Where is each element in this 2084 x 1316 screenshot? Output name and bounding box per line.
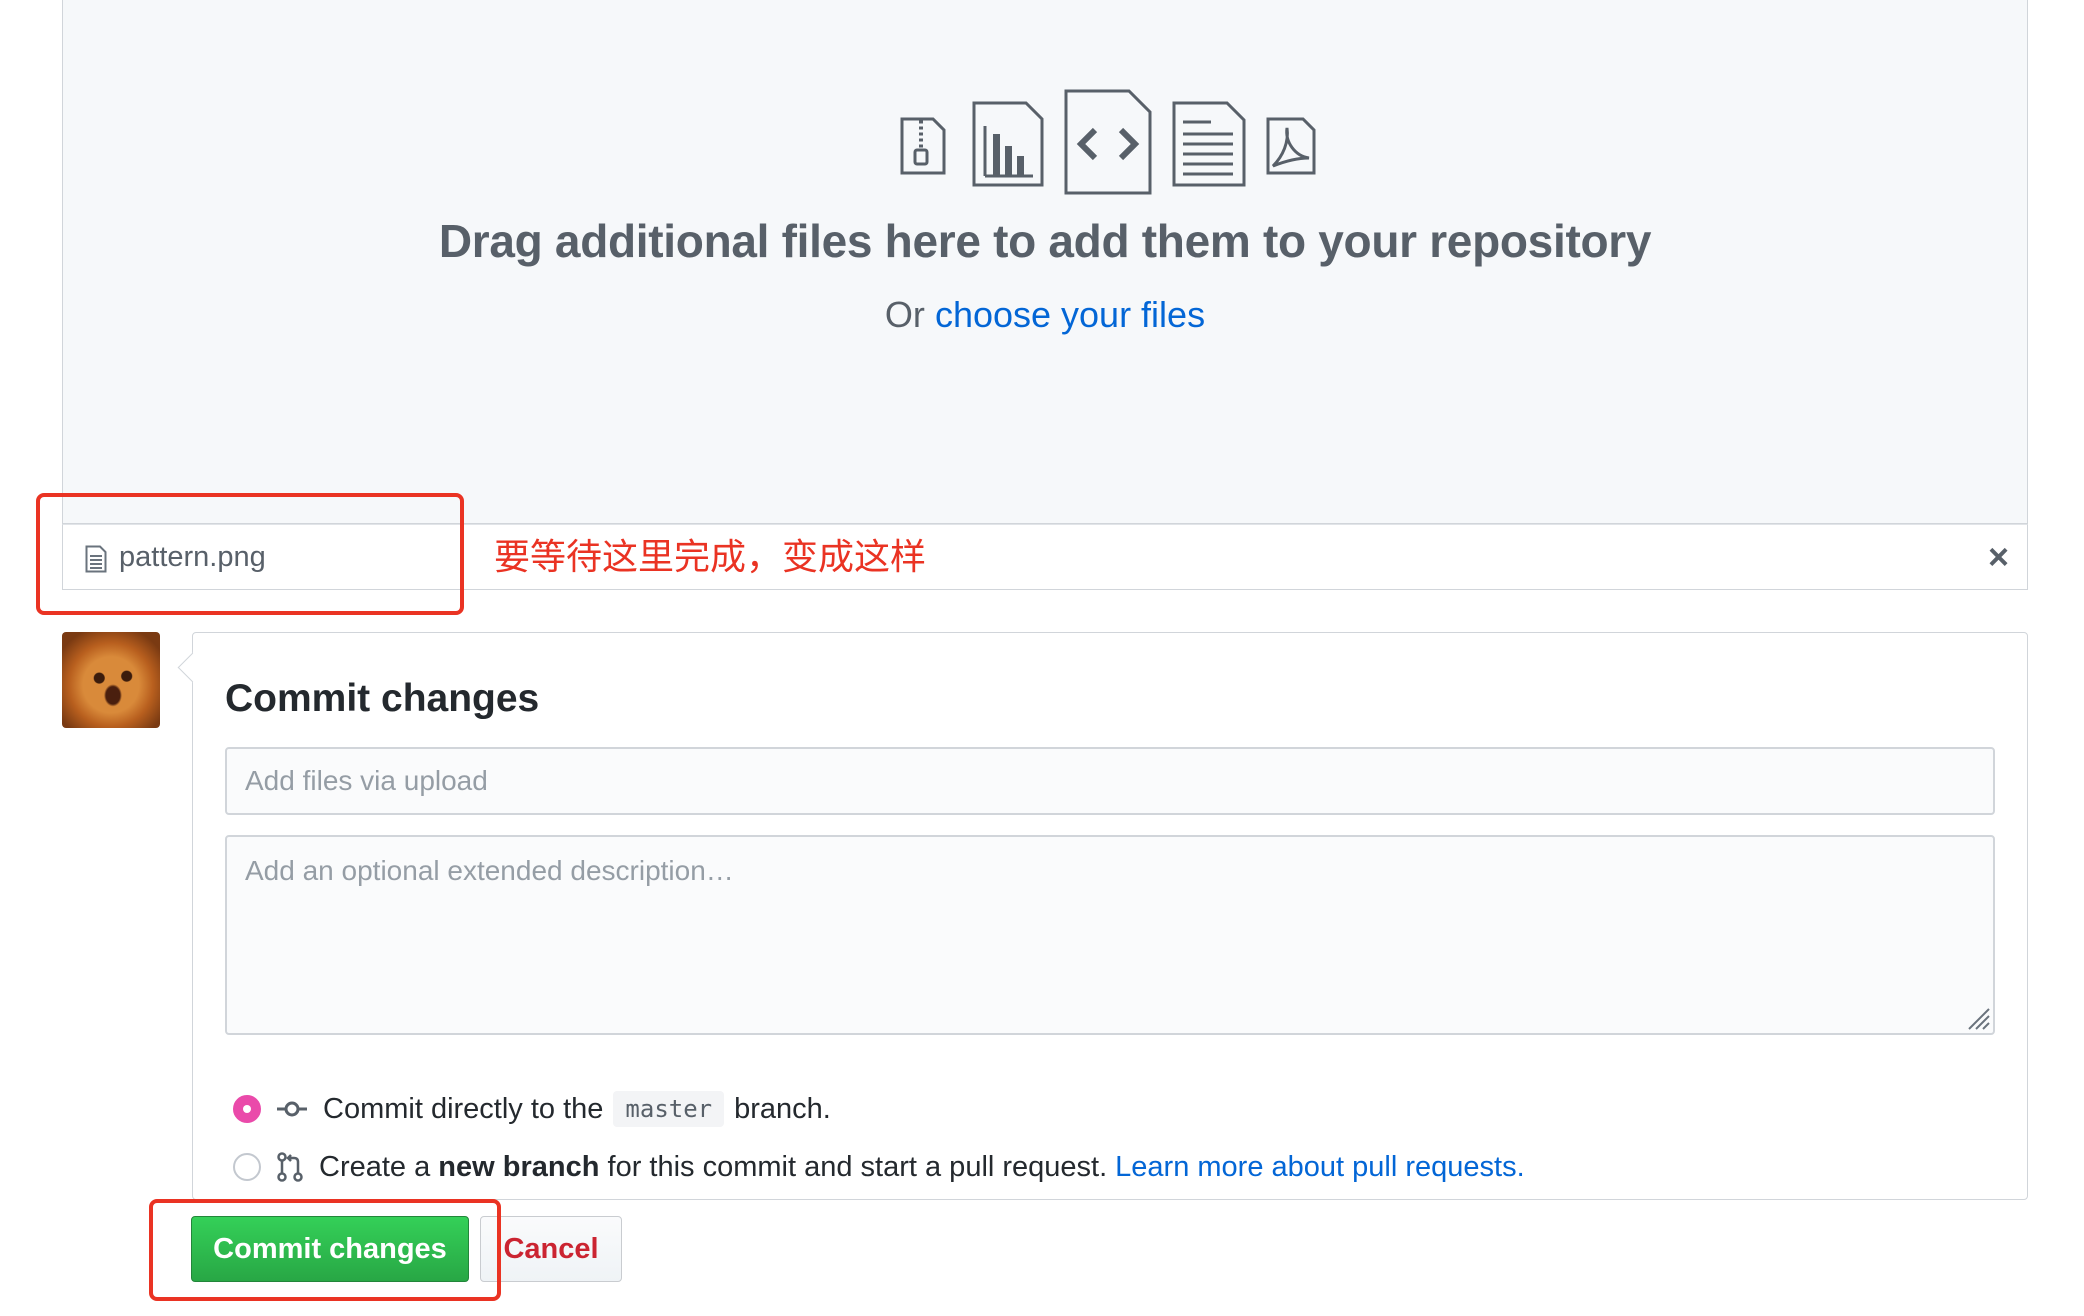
pull-request-icon bbox=[277, 1152, 303, 1182]
new-branch-option[interactable]: Create a new branch for this commit and … bbox=[233, 1147, 1525, 1187]
new-branch-prefix: Create a bbox=[319, 1150, 431, 1183]
commit-direct-suffix: branch. bbox=[734, 1092, 831, 1125]
commit-form: Commit changes Commit directly to the ma… bbox=[192, 632, 2028, 1200]
commit-description-input[interactable] bbox=[225, 835, 1995, 1035]
commit-summary-input[interactable] bbox=[225, 747, 1995, 815]
dropzone-subtitle: Or choose your files bbox=[63, 294, 2027, 336]
pdf-file-icon bbox=[1266, 117, 1316, 175]
git-commit-icon bbox=[277, 1099, 307, 1119]
text-file-icon bbox=[1172, 101, 1246, 187]
commit-title: Commit changes bbox=[225, 677, 540, 720]
annotation-box-commit bbox=[149, 1199, 501, 1301]
commit-direct-option[interactable]: Commit directly to the master branch. bbox=[233, 1089, 831, 1129]
file-type-icons bbox=[899, 88, 1319, 200]
commit-direct-prefix: Commit directly to the bbox=[323, 1092, 604, 1125]
file-dropzone[interactable]: Drag additional files here to add them t… bbox=[62, 0, 2028, 524]
dropzone-title: Drag additional files here to add them t… bbox=[438, 215, 1652, 267]
annotation-box-file bbox=[36, 493, 464, 615]
avatar bbox=[62, 632, 160, 728]
or-text: Or bbox=[884, 294, 925, 335]
new-branch-suffix: for this commit and start a pull request… bbox=[607, 1150, 1108, 1183]
new-branch-bold: new branch bbox=[438, 1150, 600, 1183]
commit-direct-radio[interactable] bbox=[233, 1095, 261, 1123]
branch-name: master bbox=[613, 1091, 725, 1127]
annotation-text: 要等待这里完成，变成这样 bbox=[494, 536, 927, 577]
zip-file-icon bbox=[900, 117, 946, 175]
code-file-icon bbox=[1064, 89, 1152, 195]
chart-file-icon bbox=[972, 101, 1044, 187]
learn-more-link[interactable]: Learn more about pull requests. bbox=[1115, 1151, 1524, 1184]
remove-file-button[interactable]: × bbox=[1988, 537, 2009, 577]
new-branch-radio[interactable] bbox=[233, 1153, 261, 1181]
choose-files-link[interactable]: choose your files bbox=[935, 294, 1205, 335]
cancel-button[interactable]: Cancel bbox=[480, 1216, 622, 1282]
resize-grip-icon[interactable] bbox=[1963, 1003, 1991, 1031]
